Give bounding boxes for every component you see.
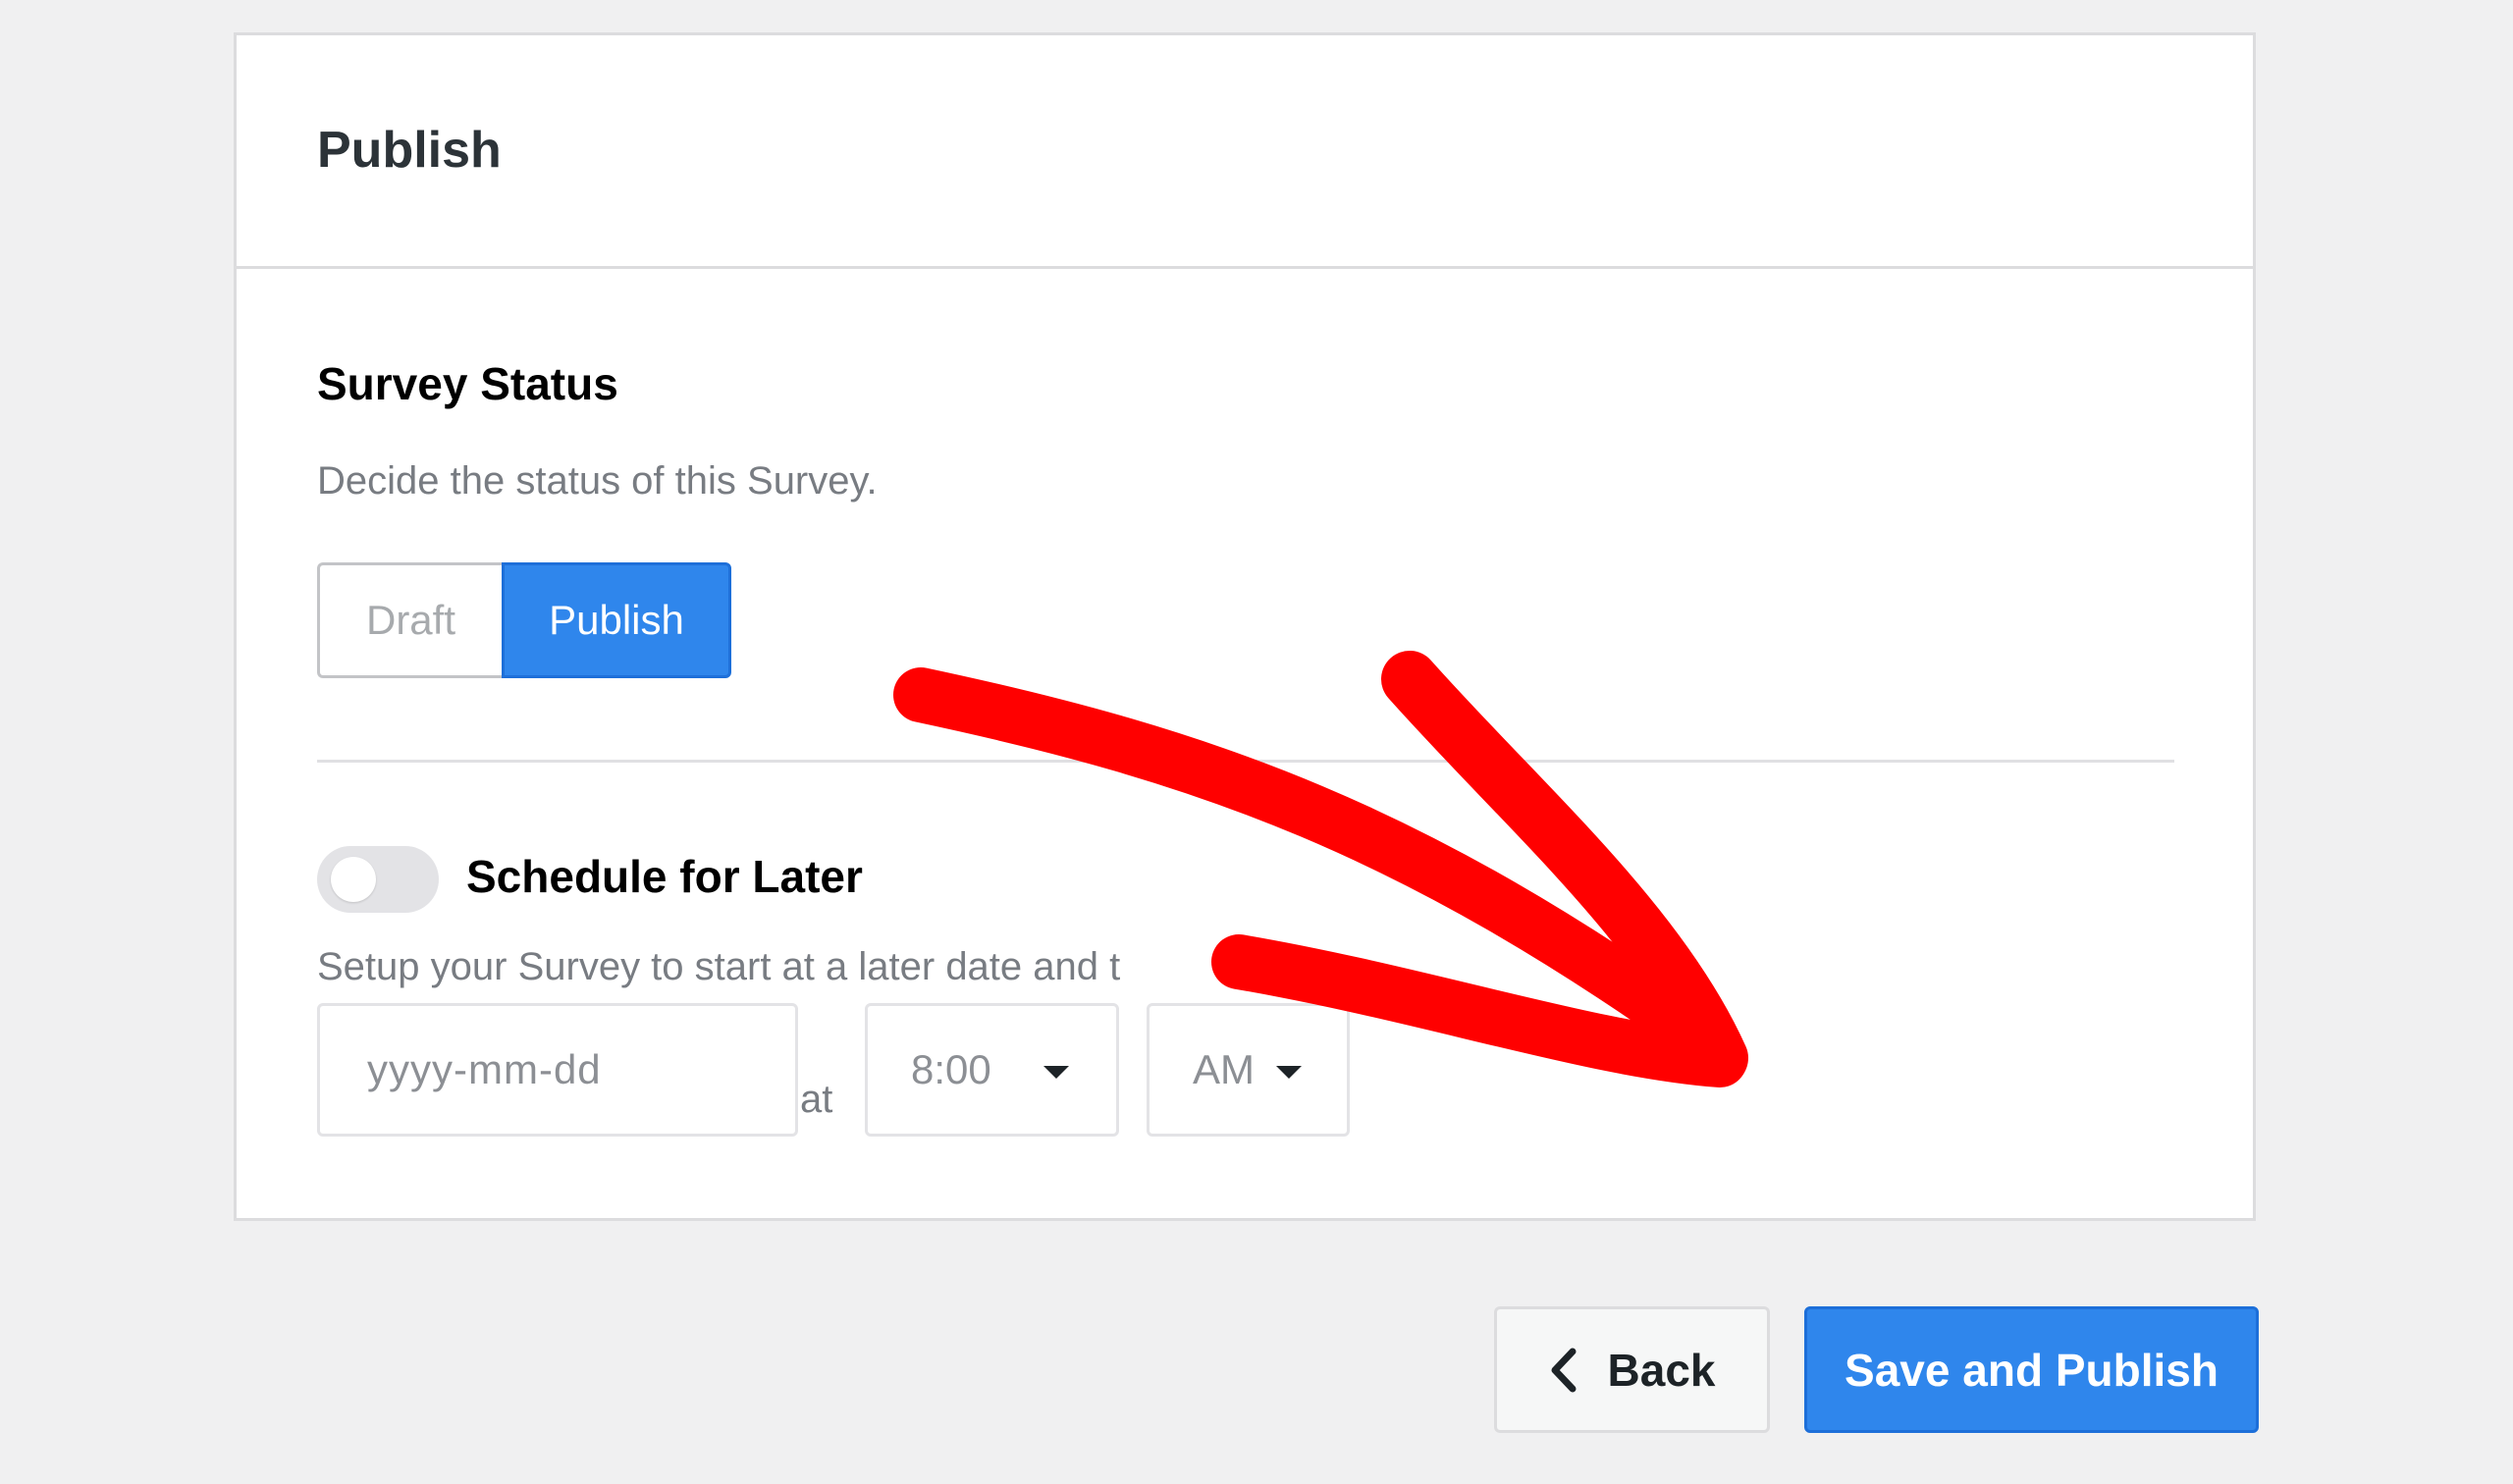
section-divider xyxy=(317,760,2174,763)
back-button[interactable]: Back xyxy=(1494,1306,1770,1433)
period-value: AM xyxy=(1193,1046,1255,1092)
schedule-later-heading: Schedule for Later xyxy=(466,851,863,902)
back-button-label: Back xyxy=(1607,1344,1716,1396)
schedule-period-select[interactable]: AM xyxy=(1147,1003,1350,1137)
schedule-description: Setup your Survey to start at a later da… xyxy=(317,945,1121,988)
publish-panel: Publish Survey Status Decide the status … xyxy=(234,32,2256,1221)
panel-header: Publish xyxy=(237,35,2253,269)
save-and-publish-button[interactable]: Save and Publish xyxy=(1804,1306,2259,1433)
schedule-date-field[interactable] xyxy=(317,1003,798,1137)
status-publish-button[interactable]: Publish xyxy=(502,562,731,678)
time-value: 8:00 xyxy=(911,1046,991,1092)
panel-title: Publish xyxy=(317,122,502,179)
schedule-time-select[interactable]: 8:00 xyxy=(865,1003,1119,1137)
survey-status-toggle-group: Draft Publish xyxy=(317,562,731,678)
caret-down-icon xyxy=(1276,1066,1302,1079)
status-draft-button[interactable]: Draft xyxy=(317,562,502,678)
at-label: at xyxy=(800,1078,833,1121)
survey-status-heading: Survey Status xyxy=(317,358,618,409)
survey-status-description: Decide the status of this Survey. xyxy=(317,459,878,503)
schedule-later-switch[interactable] xyxy=(317,846,439,913)
switch-knob xyxy=(331,857,376,902)
chevron-left-icon xyxy=(1551,1348,1577,1392)
caret-down-icon xyxy=(1043,1066,1069,1079)
date-input[interactable] xyxy=(365,1045,762,1094)
